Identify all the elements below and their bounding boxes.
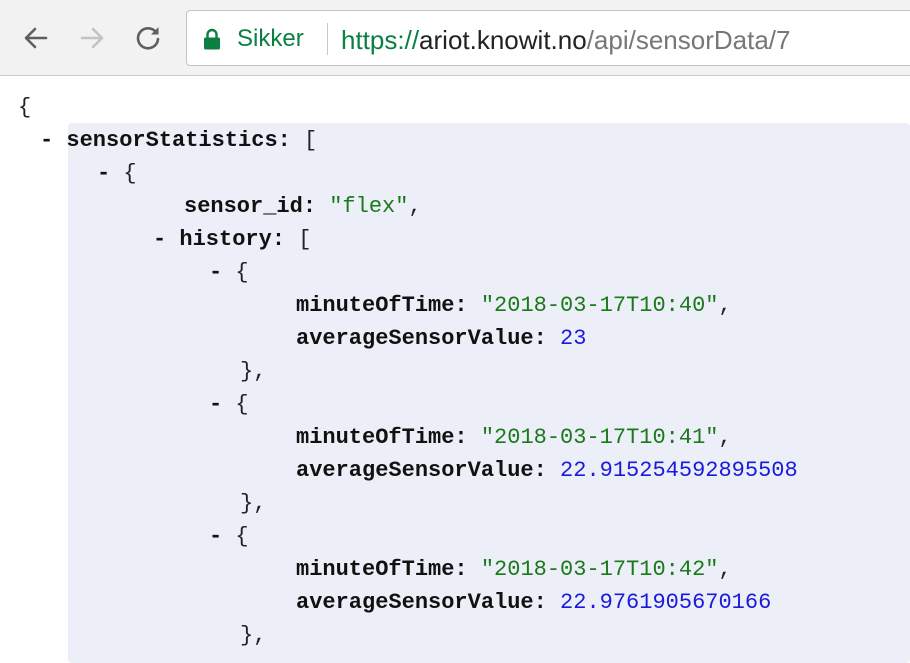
url-text[interactable]: https://ariot.knowit.no/api/sensorData/7 bbox=[341, 25, 791, 56]
history-entry-open: - { bbox=[209, 256, 249, 289]
back-button[interactable] bbox=[16, 18, 56, 58]
json-key: sensorStatistics: bbox=[66, 128, 291, 153]
bracket: [ bbox=[298, 227, 312, 252]
average-line: averageSensorValue: 23 bbox=[296, 322, 586, 355]
json-viewer: { - sensorStatistics: [ - { sensor_id: "… bbox=[0, 77, 910, 663]
reload-button[interactable] bbox=[128, 18, 168, 58]
minute-line: minuteOfTime: "2018-03-17T10:42", bbox=[296, 553, 732, 586]
url-host: ariot.knowit.no bbox=[419, 25, 587, 55]
collapse-toggle[interactable]: - bbox=[209, 260, 222, 285]
collapse-toggle[interactable]: - bbox=[209, 392, 222, 417]
json-string-value: "flex" bbox=[329, 194, 409, 219]
json-key: minuteOfTime: bbox=[296, 557, 468, 582]
brace: { bbox=[235, 392, 249, 417]
browser-toolbar: Sikker https://ariot.knowit.no/api/senso… bbox=[0, 0, 910, 76]
json-key: history: bbox=[179, 227, 286, 252]
address-divider bbox=[327, 23, 328, 55]
history-entry-open: - { bbox=[209, 520, 249, 553]
comma: , bbox=[408, 194, 422, 219]
json-number-value: 23 bbox=[560, 326, 587, 351]
json-key: averageSensorValue: bbox=[296, 590, 547, 615]
json-key: averageSensorValue: bbox=[296, 458, 547, 483]
back-arrow-icon bbox=[24, 27, 48, 49]
url-scheme: https:// bbox=[341, 25, 420, 55]
collapse-toggle[interactable]: - bbox=[40, 128, 53, 153]
json-key: sensor_id: bbox=[184, 194, 317, 219]
forward-arrow-icon bbox=[80, 27, 104, 49]
json-key: minuteOfTime: bbox=[296, 425, 468, 450]
minute-line: minuteOfTime: "2018-03-17T10:40", bbox=[296, 289, 732, 322]
json-string-value: "2018-03-17T10:40" bbox=[480, 293, 719, 318]
json-number-value: 22.915254592895508 bbox=[560, 458, 798, 483]
sensor-id-line: sensor_id: "flex", bbox=[184, 190, 422, 223]
json-number-value: 22.9761905670166 bbox=[560, 590, 772, 615]
json-string-value: "2018-03-17T10:41" bbox=[480, 425, 719, 450]
history-line: - history: [ bbox=[153, 223, 311, 256]
json-string-value: "2018-03-17T10:42" bbox=[480, 557, 719, 582]
url-path: /api/sensorData/7 bbox=[586, 25, 791, 55]
average-line: averageSensorValue: 22.915254592895508 bbox=[296, 454, 798, 487]
lock-icon bbox=[204, 28, 220, 50]
collapse-toggle[interactable]: - bbox=[153, 227, 166, 252]
reload-icon bbox=[136, 27, 160, 50]
comma: , bbox=[718, 557, 732, 582]
history-entry-close: }, bbox=[240, 487, 266, 520]
forward-button[interactable] bbox=[72, 18, 112, 58]
address-bar[interactable]: Sikker https://ariot.knowit.no/api/senso… bbox=[186, 10, 910, 66]
bracket: [ bbox=[304, 128, 318, 153]
brace: }, bbox=[240, 359, 267, 384]
brace: }, bbox=[240, 491, 267, 516]
brace: { bbox=[235, 524, 249, 549]
object-open-line: - { bbox=[97, 157, 137, 190]
comma: , bbox=[718, 293, 732, 318]
minute-line: minuteOfTime: "2018-03-17T10:41", bbox=[296, 421, 732, 454]
comma: , bbox=[718, 425, 732, 450]
history-entry-open: - { bbox=[209, 388, 249, 421]
json-key: minuteOfTime: bbox=[296, 293, 468, 318]
brace: { bbox=[123, 161, 137, 186]
brace: }, bbox=[240, 623, 267, 648]
collapse-toggle[interactable]: - bbox=[209, 524, 222, 549]
secure-label[interactable]: Sikker bbox=[237, 25, 304, 53]
collapse-toggle[interactable]: - bbox=[97, 161, 110, 186]
sensorStatistics-line: - sensorStatistics: [ bbox=[40, 124, 317, 157]
history-entry-close: }, bbox=[240, 355, 266, 388]
brace: { bbox=[235, 260, 249, 285]
history-entry-close: }, bbox=[240, 619, 266, 652]
average-line: averageSensorValue: 22.9761905670166 bbox=[296, 586, 771, 619]
brace: { bbox=[18, 95, 32, 120]
json-key: averageSensorValue: bbox=[296, 326, 547, 351]
root-open-line: { bbox=[18, 91, 31, 124]
